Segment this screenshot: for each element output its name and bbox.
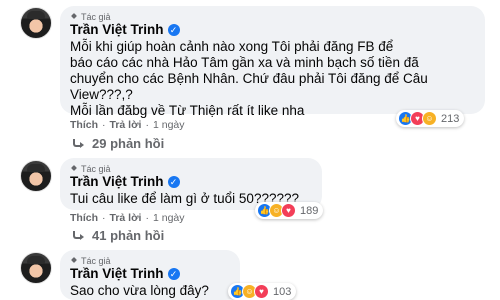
author-badge-label: Tác giả [81,163,111,174]
like-action[interactable]: Thích [70,212,98,224]
author-avatar[interactable] [20,252,52,284]
author-badge: Tác giả [70,11,475,22]
reaction-summary[interactable]: 👍 ♥ ☺ 213 [396,110,465,127]
author-badge: Tác giả [70,163,312,174]
reaction-count: 213 [441,112,460,125]
author-avatar[interactable] [20,160,52,192]
author-name[interactable]: Trần Việt Trinh [70,22,164,37]
author-badge-icon [70,257,78,265]
haha-reaction-icon: ☺ [422,111,437,126]
comment-text-line: Mỗi khi giúp hoàn cảnh nào xong Tôi phải… [70,39,394,54]
reaction-count: 103 [273,285,292,298]
author-badge-label: Tác giả [81,255,111,266]
reply-arrow-icon [72,138,84,149]
separator: · [102,119,106,131]
author-badge-label: Tác giả [81,11,111,22]
replies-count: 29 phản hồi [92,136,165,151]
author-avatar[interactable] [20,7,52,39]
separator: · [145,119,149,131]
reaction-icons: 👍 ♥ ☺ [398,111,437,126]
comment-bubble: Tác giả Trần Việt Trinh ✓ Mỗi khi giúp h… [60,6,485,118]
verified-check-icon: ✓ [167,175,180,188]
separator: · [145,212,149,224]
separator: · [102,212,106,224]
comment-actions: Thích · Trả lời · 1 ngày [70,119,185,131]
reply-action[interactable]: Trả lời [110,119,142,131]
like-action[interactable]: Thích [70,119,98,131]
view-replies-link[interactable]: 41 phản hồi [72,228,164,243]
reply-action[interactable]: Trả lời [110,212,142,224]
comment-time[interactable]: 1 ngày [153,212,185,224]
love-reaction-icon: ♥ [254,284,269,299]
comment-thread: Tác giả Trần Việt Trinh ✓ Mỗi khi giúp h… [0,0,500,300]
author-badge-icon [70,165,78,173]
reaction-icons: 👍 ☺ ♥ [257,203,296,218]
author-name[interactable]: Trần Việt Trinh [70,266,164,281]
reaction-summary[interactable]: 👍 ☺ ♥ 103 [228,283,297,300]
reply-arrow-icon [72,230,84,241]
comment-actions: Thích · Trả lời · 1 ngày [70,212,185,224]
comment-bubble: Tác giả Trần Việt Trinh ✓ Sao cho vừa lò… [60,250,240,300]
author-name[interactable]: Trần Việt Trinh [70,174,164,189]
comment-text-line: báo cáo các nhà Hảo Tâm gần xa và minh b… [70,55,419,70]
author-badge-icon [70,13,78,21]
comment-time[interactable]: 1 ngày [153,119,185,131]
author-row: Trần Việt Trinh ✓ [70,174,312,189]
comment-text: Mỗi khi giúp hoàn cảnh nào xong Tôi phải… [70,39,475,119]
comment-text-line: Sao cho vừa lòng đây? [70,283,209,298]
love-reaction-icon: ♥ [281,203,296,218]
verified-check-icon: ✓ [167,23,180,36]
reaction-icons: 👍 ☺ ♥ [230,284,269,299]
comment-text-line: View???,? [70,87,133,102]
comment-text-line: chuyển cho các Bệnh Nhân. Chứ đâu phải T… [70,71,428,86]
replies-count: 41 phản hồi [92,228,165,243]
view-replies-link[interactable]: 29 phản hồi [72,136,164,151]
reaction-count: 189 [300,204,319,217]
author-row: Trần Việt Trinh ✓ [70,22,475,37]
author-badge: Tác giả [70,255,230,266]
author-row: Trần Việt Trinh ✓ [70,266,230,281]
verified-check-icon: ✓ [167,267,180,280]
comment-text: Sao cho vừa lòng đây? [70,283,230,299]
reaction-summary[interactable]: 👍 ☺ ♥ 189 [255,202,324,219]
